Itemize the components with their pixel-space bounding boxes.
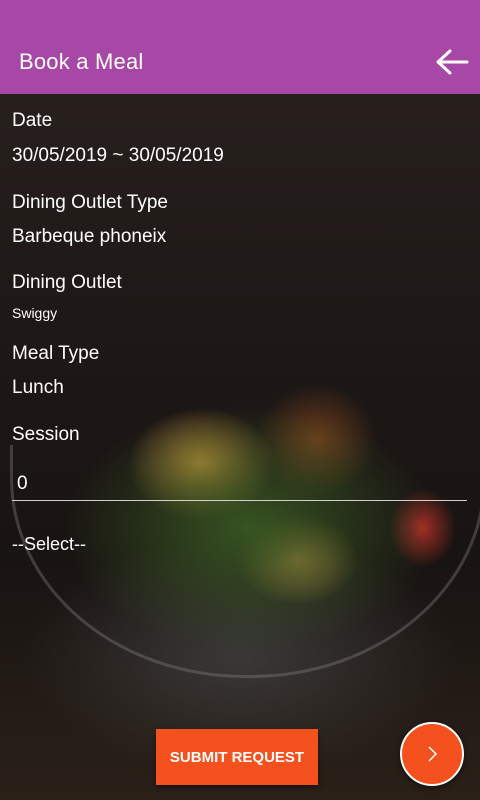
outlet-type-value[interactable]: Barbeque phoneix [12,225,468,249]
outlet-type-label: Dining Outlet Type [12,192,168,213]
outlet-label: Dining Outlet [12,272,122,293]
status-bar [0,0,480,30]
session-input[interactable]: 0 [12,470,467,501]
date-label: Date [12,110,53,131]
session-value: 0 [17,473,28,494]
back-button[interactable] [432,42,472,82]
next-button[interactable] [400,722,464,786]
app-bar: Book a Meal [0,30,480,94]
page-title: Book a Meal [19,49,144,74]
outlet-value[interactable]: Swiggy [12,304,468,322]
submit-request-button[interactable]: SUBMIT REQUEST [156,729,318,785]
booking-form: Date 30/05/2019 ~ 30/05/2019 Dining Outl… [12,96,468,447]
chevron-right-icon [428,746,438,762]
date-value[interactable]: 30/05/2019 ~ 30/05/2019 [12,144,468,168]
session-label: Session [12,424,80,445]
session-select[interactable]: --Select-- [12,534,86,555]
meal-type-value[interactable]: Lunch [12,376,468,400]
meal-type-label: Meal Type [12,343,100,364]
arrow-left-icon [436,49,469,75]
